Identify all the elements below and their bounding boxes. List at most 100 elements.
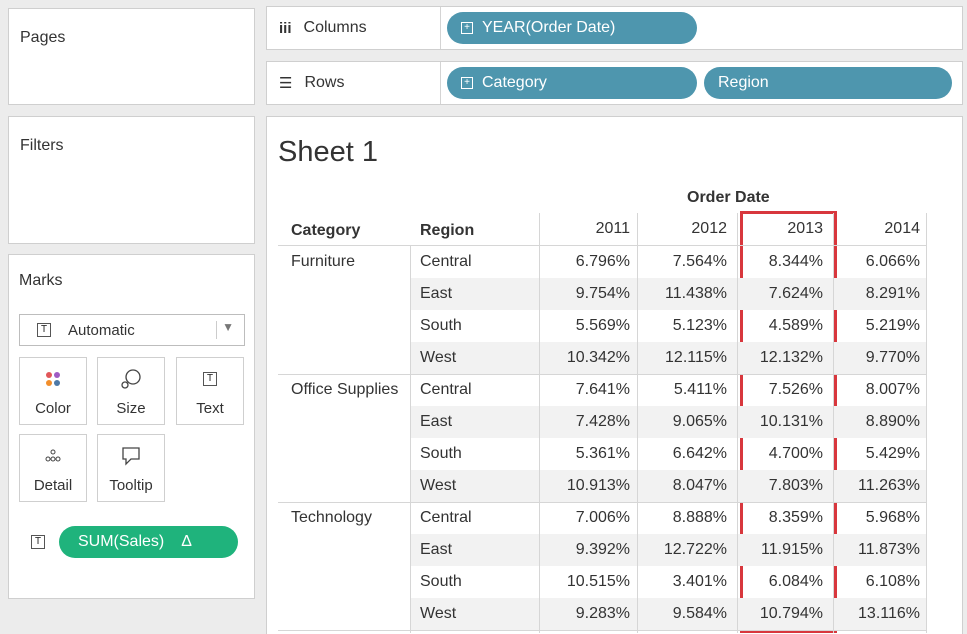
sales-cell: 11.915% — [761, 541, 823, 558]
color-button[interactable]: Color — [19, 357, 87, 425]
sum-sales-pill[interactable]: SUM(Sales) Δ — [59, 526, 238, 558]
text-encoding-icon: T — [31, 535, 45, 549]
sales-cell: 5.123% — [672, 317, 727, 334]
text-button[interactable]: T Text — [176, 357, 244, 425]
sales-cell: 5.968% — [865, 509, 920, 526]
region-label: West — [420, 349, 457, 366]
columns-shelf[interactable]: iii Columns + YEAR(Order Date) — [266, 6, 963, 50]
detail-button[interactable]: Detail — [19, 434, 87, 502]
category-divider — [278, 502, 926, 503]
sales-cell: 5.411% — [673, 381, 727, 398]
rows-shelf[interactable]: ☰ Rows + Category Region — [266, 61, 963, 105]
sales-cell: 10.794% — [759, 605, 823, 622]
color-label: Color — [35, 400, 71, 417]
color-icon — [20, 368, 86, 390]
text-icon: T — [177, 368, 243, 390]
sales-cell: 8.359% — [768, 509, 823, 526]
sales-cell: 9.065% — [672, 413, 727, 430]
sales-cell: 5.219% — [865, 317, 920, 334]
pages-card[interactable]: Pages — [8, 8, 255, 105]
sales-cell: 5.361% — [575, 445, 630, 462]
sales-cell: 9.584% — [672, 605, 727, 622]
sales-cell: 4.700% — [768, 445, 823, 462]
sales-cell: 9.283% — [575, 605, 630, 622]
column-divider — [410, 245, 411, 633]
region-label: West — [420, 605, 457, 622]
text-mark-icon: T — [37, 323, 51, 337]
region-label: Central — [420, 381, 472, 398]
sales-cell: 6.642% — [672, 445, 727, 462]
region-header: Region — [420, 222, 475, 239]
category-pill[interactable]: + Category — [447, 67, 697, 99]
marks-title: Marks — [19, 272, 63, 289]
sales-cell: 7.803% — [768, 477, 823, 494]
rows-icon: ☰ — [279, 75, 293, 92]
expand-icon: + — [461, 77, 473, 89]
region-label: Central — [420, 509, 472, 526]
region-pill[interactable]: Region — [704, 67, 952, 99]
sales-cell: 8.888% — [672, 509, 727, 526]
sales-cell: 6.796% — [575, 253, 630, 270]
table-bottom — [278, 630, 926, 631]
region-label: West — [420, 477, 457, 494]
expand-icon: + — [461, 22, 473, 34]
header-divider — [278, 245, 926, 246]
category-divider — [278, 374, 926, 375]
sales-cell: 11.263% — [858, 477, 920, 494]
columns-icon: iii — [279, 19, 292, 37]
size-icon — [98, 368, 164, 390]
category-label: Category — [482, 74, 547, 91]
column-divider — [926, 213, 927, 633]
mark-type-label: Automatic — [68, 321, 135, 339]
detail-icon — [20, 445, 86, 467]
category-header: Category — [291, 222, 361, 239]
pages-title: Pages — [20, 29, 66, 46]
size-button[interactable]: Size — [97, 357, 165, 425]
rows-shelf-label: ☰ Rows — [267, 62, 441, 104]
tooltip-icon — [98, 445, 164, 467]
category-label: Technology — [291, 509, 372, 526]
sales-cell: 8.344% — [768, 253, 823, 270]
sheet-title: Sheet 1 — [278, 136, 378, 168]
tooltip-button[interactable]: Tooltip — [97, 434, 165, 502]
tooltip-label: Tooltip — [109, 477, 153, 494]
sales-cell: 10.342% — [566, 349, 630, 366]
region-label: Region — [718, 74, 769, 91]
sales-cell: 7.006% — [575, 509, 630, 526]
region-label: South — [420, 317, 462, 334]
sales-cell: 10.131% — [759, 413, 823, 430]
sales-cell: 6.108% — [865, 573, 920, 590]
sales-cell: 4.589% — [768, 317, 823, 334]
category-label: Furniture — [291, 253, 356, 270]
sales-cell: 11.438% — [665, 285, 727, 302]
sales-cell: 12.115% — [665, 349, 727, 366]
filters-card[interactable]: Filters — [8, 116, 255, 244]
region-label: Central — [420, 253, 472, 270]
text-label: Text — [196, 400, 224, 417]
year-header: 2014 — [884, 220, 920, 237]
sales-cell: 5.569% — [575, 317, 630, 334]
region-label: South — [420, 573, 462, 590]
year-header: 2013 — [787, 220, 823, 237]
filters-title: Filters — [20, 137, 64, 154]
year-order-date-label: YEAR(Order Date) — [482, 19, 616, 36]
sales-cell: 9.770% — [865, 349, 920, 366]
region-label: East — [420, 285, 453, 302]
mark-type-dropdown[interactable]: T Automatic ▼ — [19, 314, 245, 346]
sales-cell: 11.873% — [858, 541, 920, 558]
sales-cell: 5.429% — [865, 445, 920, 462]
sales-cell: 8.047% — [672, 477, 727, 494]
columns-label-text: Columns — [303, 19, 367, 36]
sales-cell: 9.754% — [575, 285, 630, 302]
sales-cell: 12.722% — [663, 541, 727, 558]
sales-cell: 3.401% — [672, 573, 727, 590]
year-order-date-pill[interactable]: + YEAR(Order Date) — [447, 12, 697, 44]
sum-sales-label: SUM(Sales) — [78, 533, 165, 550]
sales-cell: 8.007% — [865, 381, 920, 398]
year-header: 2012 — [691, 220, 727, 237]
rows-label-text: Rows — [304, 74, 345, 91]
sales-cell: 10.515% — [566, 573, 630, 590]
year-header: 2011 — [595, 220, 630, 237]
columns-shelf-label: iii Columns — [267, 7, 441, 49]
region-label: East — [420, 541, 453, 558]
